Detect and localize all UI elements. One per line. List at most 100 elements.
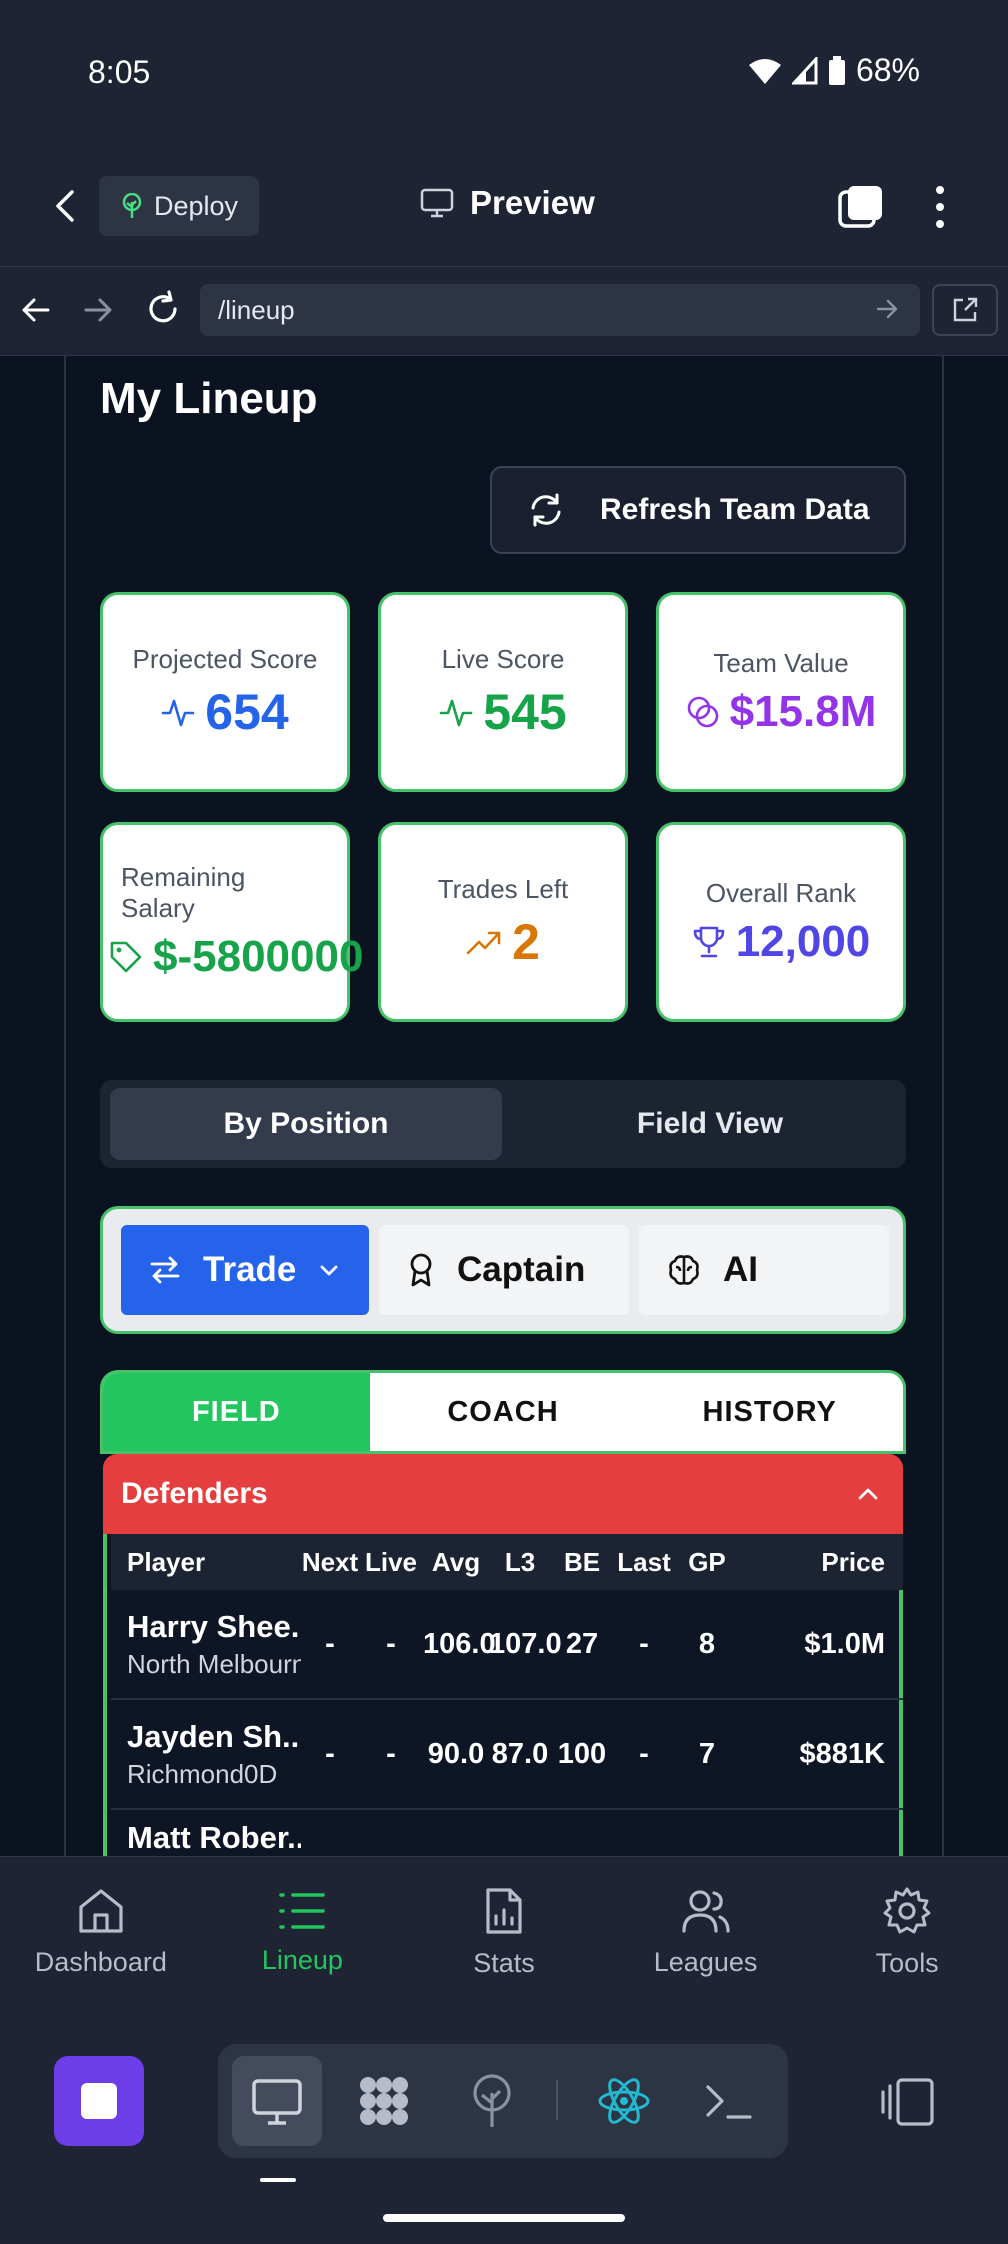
trophy-icon: [693, 926, 725, 957]
captain-label: Captain: [457, 1250, 586, 1289]
cell-l3: 87.0: [491, 1737, 549, 1770]
stop-square-icon: [81, 2083, 117, 2119]
activity-icon: [439, 699, 473, 726]
ai-button[interactable]: AI: [639, 1225, 889, 1315]
cell-price: $1.0M: [804, 1627, 885, 1660]
live-score-card: Live Score 545: [378, 592, 628, 792]
split-view-icon[interactable]: [880, 2076, 936, 2128]
projected-score-card: Projected Score 654: [100, 592, 350, 792]
preview-title: Preview: [420, 184, 595, 222]
remaining-salary-card: Remaining Salary $-5800000: [100, 822, 363, 1022]
lineup-subtabs: FIELD COACH HISTORY: [100, 1370, 906, 1454]
tab-lineup[interactable]: Lineup: [202, 1857, 404, 2008]
overall-rank-card: Overall Rank 12,000: [656, 822, 906, 1022]
back-arrow-icon[interactable]: [46, 186, 86, 226]
browser-forward-icon[interactable]: [80, 292, 116, 328]
projected-score-value: 654: [205, 683, 289, 740]
cell-live: -: [386, 1737, 396, 1770]
tab-history[interactable]: HISTORY: [636, 1373, 903, 1451]
overall-rank-value: 12,000: [735, 916, 871, 966]
player-name: Jayden Sh...: [127, 1718, 301, 1754]
action-bar: Trade Captain AI: [100, 1206, 906, 1334]
section-title: Defenders: [121, 1477, 268, 1510]
cell-last: -: [639, 1627, 649, 1660]
cell-price: $881K: [799, 1737, 885, 1770]
trade-button[interactable]: Trade: [121, 1225, 369, 1315]
url-go-arrow-icon[interactable]: [874, 296, 900, 322]
browser-reload-icon[interactable]: [144, 290, 182, 328]
list-icon: [279, 1893, 326, 1929]
team-value-value: $15.8M: [729, 686, 877, 736]
remaining-salary-value: $-5800000: [153, 932, 364, 981]
tab-tools-label: Tools: [875, 1948, 939, 1978]
col-gp[interactable]: GP: [675, 1547, 739, 1578]
by-position-tab[interactable]: By Position: [110, 1088, 502, 1160]
table-row[interactable]: Jayden Sh... Richmond0D - - 90.0 87.0 10…: [111, 1700, 903, 1810]
bottom-tab-bar: Dashboard Lineup Stats Leagues Tools: [0, 1856, 1008, 2008]
col-l3[interactable]: L3: [489, 1547, 551, 1578]
deploy-tree-icon[interactable]: [464, 2073, 520, 2129]
refresh-icon: [531, 493, 561, 527]
home-icon: [79, 1889, 123, 1933]
player-name: Matt Rober...: [127, 1820, 301, 1855]
active-panel-indicator: [260, 2178, 296, 2182]
panel-divider: [556, 2080, 558, 2120]
open-external-button[interactable]: [932, 284, 998, 336]
wifi-icon: [748, 58, 781, 84]
refresh-team-data-button[interactable]: Refresh Team Data: [490, 466, 906, 554]
tab-dashboard[interactable]: Dashboard: [0, 1857, 202, 2008]
preview-label: Preview: [470, 184, 595, 221]
col-be[interactable]: BE: [551, 1547, 613, 1578]
player-name: Harry Shee...: [127, 1608, 301, 1644]
cell-be: 27: [565, 1627, 599, 1660]
table-row[interactable]: Harry Shee... North Melbourn - - 106.0 1…: [111, 1590, 903, 1700]
col-live[interactable]: Live: [359, 1547, 423, 1578]
col-last[interactable]: Last: [613, 1547, 675, 1578]
more-vertical-icon[interactable]: [930, 184, 950, 230]
home-indicator[interactable]: [383, 2214, 625, 2222]
battery-percent: 68%: [855, 52, 920, 88]
stop-button[interactable]: [54, 2056, 144, 2146]
gear-icon: [883, 1887, 931, 1934]
cell-next: -: [325, 1737, 335, 1770]
deploy-button[interactable]: Deploy: [99, 176, 259, 236]
col-price[interactable]: Price: [739, 1547, 903, 1578]
col-avg[interactable]: Avg: [423, 1547, 489, 1578]
tab-coach[interactable]: COACH: [370, 1373, 637, 1451]
browser-back-icon[interactable]: [18, 292, 54, 328]
terminal-icon[interactable]: [700, 2073, 756, 2129]
grid-dots-icon[interactable]: [356, 2073, 412, 2129]
url-field[interactable]: /lineup: [200, 284, 920, 336]
table-row[interactable]: Matt Rober...: [111, 1810, 903, 1856]
cell-avg: 106.0: [423, 1627, 496, 1660]
tabs-icon[interactable]: [838, 184, 884, 230]
tab-dashboard-label: Dashboard: [34, 1947, 167, 1977]
tab-field[interactable]: FIELD: [103, 1373, 370, 1451]
field-view-tab[interactable]: Field View: [520, 1088, 900, 1160]
tab-stats[interactable]: Stats: [403, 1857, 605, 2008]
cell-last: -: [639, 1737, 649, 1770]
tab-tools[interactable]: Tools: [806, 1857, 1008, 2008]
coins-icon: [687, 696, 718, 727]
chevron-up-icon: [858, 1488, 878, 1500]
captain-button[interactable]: Captain: [379, 1225, 629, 1315]
award-icon: [410, 1253, 432, 1287]
monitor-icon: [420, 188, 454, 218]
trades-left-value: 2: [512, 913, 540, 970]
react-icon[interactable]: [596, 2073, 652, 2129]
monitor-icon[interactable]: [249, 2073, 305, 2129]
tab-leagues[interactable]: Leagues: [605, 1857, 807, 2008]
status-time: 8:05: [88, 54, 151, 90]
players-table: Player Next Live Avg L3 BE Last GP Price…: [103, 1534, 903, 1856]
player-team: Richmond0D: [127, 1758, 278, 1789]
activity-icon: [161, 699, 195, 726]
defenders-section-header[interactable]: Defenders: [103, 1454, 903, 1534]
trade-label: Trade: [203, 1250, 297, 1289]
status-icons: 68%: [748, 52, 920, 89]
col-player[interactable]: Player: [111, 1547, 301, 1578]
col-next[interactable]: Next: [301, 1547, 359, 1578]
player-team: North Melbourn: [127, 1648, 301, 1679]
cell-gp: 7: [698, 1737, 716, 1770]
cell-next: -: [325, 1627, 335, 1660]
ide-panel-switcher: [218, 2044, 788, 2158]
